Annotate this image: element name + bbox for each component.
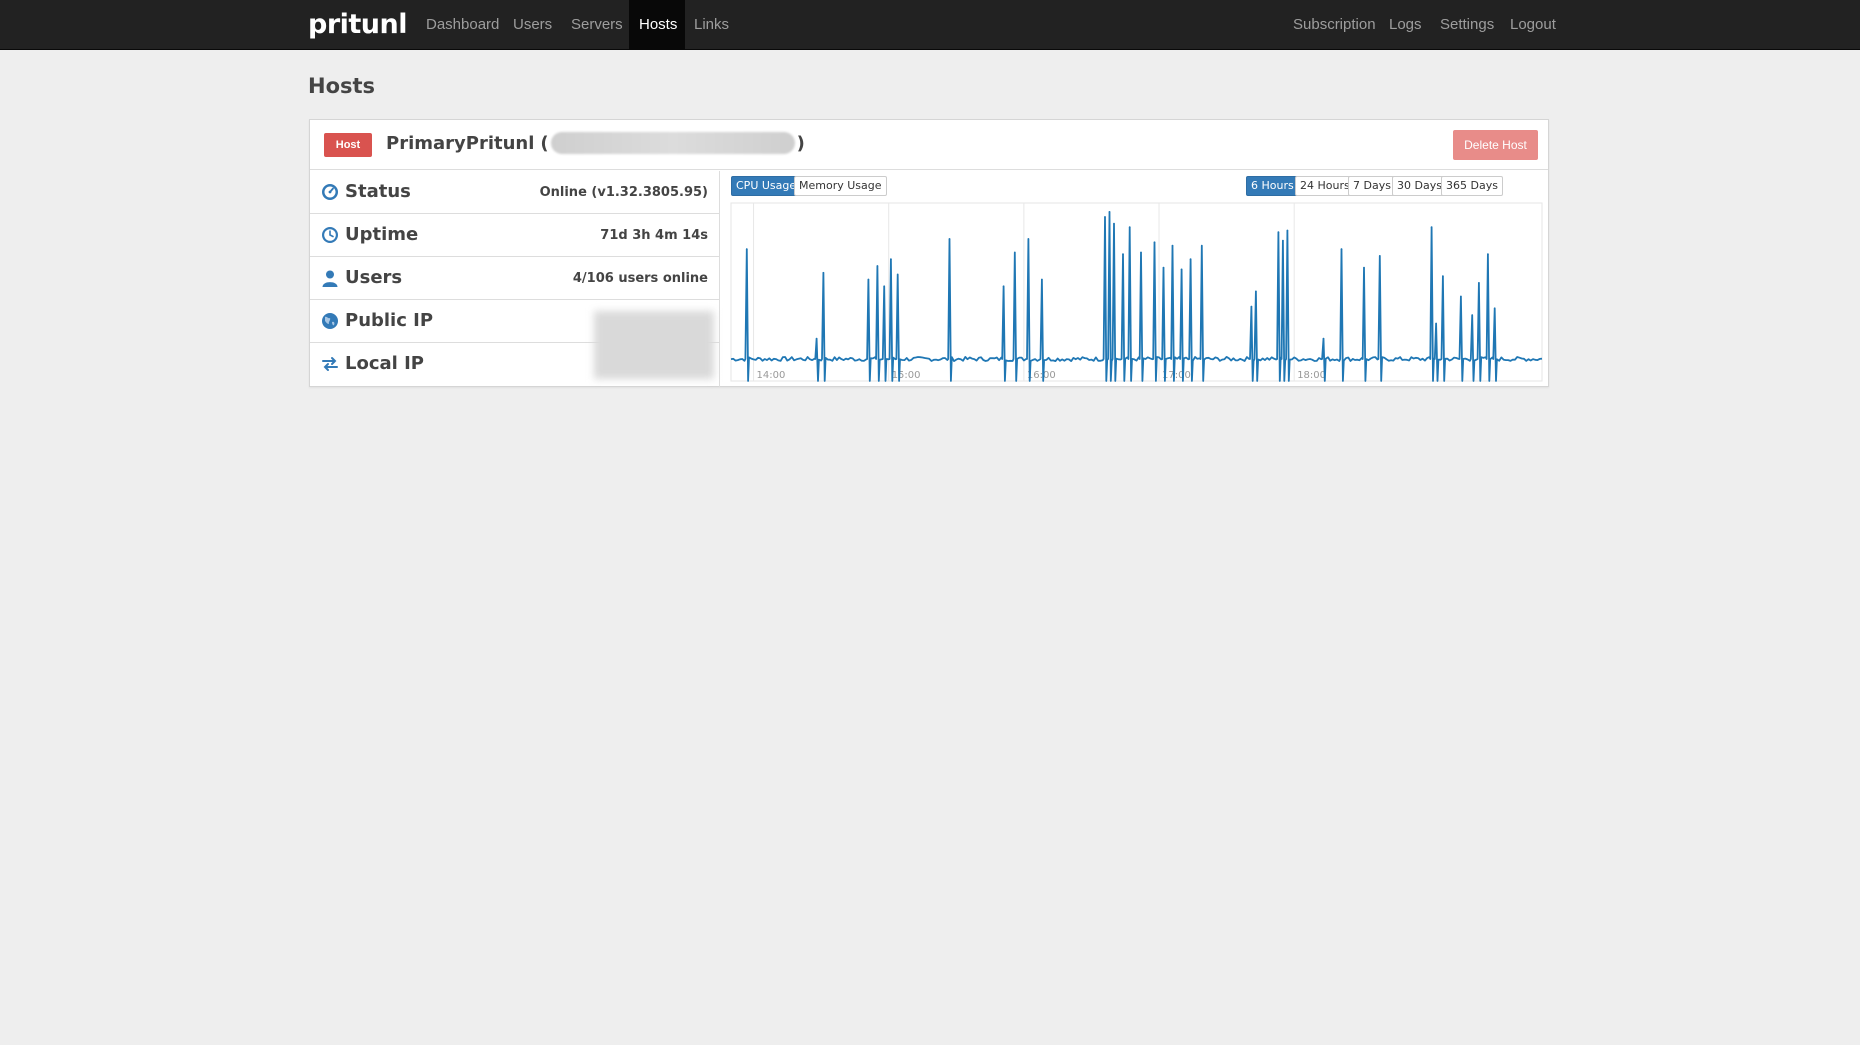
cpu-usage-point bbox=[1250, 305, 1253, 308]
stat-label: Users bbox=[345, 267, 403, 288]
chart-frame bbox=[730, 202, 1543, 382]
cpu-usage-point bbox=[896, 273, 899, 276]
x-tick-label: 14:00 bbox=[757, 370, 786, 381]
cpu-usage-point bbox=[1122, 253, 1124, 255]
nav-users[interactable]: Users bbox=[503, 0, 562, 50]
redacted-ip-values bbox=[594, 311, 714, 379]
cpu-usage-point bbox=[867, 278, 870, 281]
cpu-usage-point bbox=[815, 337, 818, 340]
cpu-usage-point bbox=[1286, 229, 1289, 232]
cpu-usage-point bbox=[1340, 248, 1343, 250]
cpu-usage-point bbox=[1277, 231, 1280, 233]
cpu-usage-point bbox=[1471, 314, 1473, 316]
cpu-usage-point bbox=[876, 265, 879, 267]
nav-links[interactable]: Links bbox=[684, 0, 739, 50]
cpu-usage-point bbox=[948, 238, 951, 240]
cpu-usage-point bbox=[745, 248, 748, 250]
cpu-usage-point bbox=[1189, 258, 1192, 261]
cpu-usage-point bbox=[1002, 285, 1005, 288]
cpu-usage-point bbox=[1487, 253, 1489, 255]
stat-value: 4/106 users online bbox=[572, 271, 708, 286]
cpu-usage-point bbox=[1493, 307, 1496, 310]
redacted-address bbox=[550, 132, 795, 154]
top-navbar: pritunl Dashboard Users Servers Hosts Li… bbox=[0, 0, 1860, 50]
stat-value: 71d 3h 4m 14s bbox=[600, 228, 708, 243]
host-name-text: PrimaryPritunl bbox=[386, 132, 535, 154]
cpu-usage-point bbox=[1363, 266, 1365, 269]
stat-uptime: Uptime 71d 3h 4m 14s bbox=[310, 214, 720, 257]
cpu-usage-point bbox=[1153, 241, 1156, 244]
nav-subscription[interactable]: Subscription bbox=[1283, 0, 1386, 50]
cpu-usage-point bbox=[1140, 251, 1142, 254]
cpu-usage-point bbox=[883, 285, 885, 288]
host-panel: Host PrimaryPritunl ( ) Delete Host Stat… bbox=[309, 119, 1549, 387]
cpu-usage-point bbox=[1379, 255, 1381, 257]
cpu-usage-point bbox=[1171, 244, 1174, 247]
host-name-paren-close: ) bbox=[796, 132, 805, 154]
nav-settings[interactable]: Settings bbox=[1430, 0, 1504, 50]
clock-icon bbox=[322, 227, 338, 243]
cpu-usage-point bbox=[1162, 266, 1165, 269]
nav-hosts[interactable]: Hosts bbox=[629, 0, 685, 50]
host-badge: Host bbox=[324, 133, 372, 157]
cpu-usage-point bbox=[1430, 226, 1433, 228]
cpu-usage-point bbox=[1478, 282, 1480, 284]
host-name[interactable]: PrimaryPritunl ( ) bbox=[386, 132, 805, 154]
globe-icon bbox=[322, 313, 338, 329]
cpu-usage-point bbox=[1460, 295, 1462, 298]
stat-label: Local IP bbox=[345, 353, 424, 374]
cpu-usage-point bbox=[1322, 337, 1325, 340]
cpu-usage-point bbox=[1027, 238, 1030, 240]
nav-dashboard[interactable]: Dashboard bbox=[416, 0, 509, 50]
stat-label: Public IP bbox=[345, 310, 434, 331]
cpu-usage-point bbox=[1201, 244, 1203, 247]
x-tick-label: 17:00 bbox=[1162, 370, 1191, 381]
x-tick-label: 15:00 bbox=[892, 370, 921, 381]
stat-value: Online (v1.32.3805.95) bbox=[539, 185, 708, 200]
host-stats: Status Online (v1.32.3805.95) Uptime 71d… bbox=[310, 171, 720, 387]
usage-chart-area: CPU Usage Memory Usage 6 Hours 24 Hours … bbox=[721, 171, 1548, 387]
cpu-usage-point bbox=[1104, 216, 1106, 218]
page-title: Hosts bbox=[308, 74, 376, 98]
cpu-usage-point bbox=[1128, 226, 1131, 228]
cpu-usage-point bbox=[1282, 239, 1284, 242]
cpu-usage-point bbox=[822, 271, 825, 274]
cpu-usage-point bbox=[890, 258, 892, 261]
cpu-usage-point bbox=[1113, 222, 1115, 225]
nav-servers[interactable]: Servers bbox=[561, 0, 633, 50]
nav-logs[interactable]: Logs bbox=[1379, 0, 1432, 50]
x-tick-label: 16:00 bbox=[1027, 370, 1056, 381]
cpu-usage-point bbox=[1435, 322, 1437, 325]
dashboard-icon bbox=[322, 184, 338, 200]
cpu-usage-point bbox=[1108, 211, 1111, 213]
transfer-icon bbox=[322, 357, 338, 371]
user-icon bbox=[322, 270, 338, 287]
stat-users: Users 4/106 users online bbox=[310, 257, 720, 300]
cpu-usage-chart: 14:00 15:00 16:00 17:00 18:00 bbox=[730, 202, 1543, 382]
x-tick-label: 18:00 bbox=[1297, 370, 1326, 381]
cpu-usage-point bbox=[1180, 268, 1183, 271]
host-panel-header: Host PrimaryPritunl ( ) Delete Host bbox=[310, 120, 1548, 170]
cpu-usage-point bbox=[1041, 278, 1043, 281]
cpu-usage-point bbox=[1442, 275, 1444, 277]
stat-label: Status bbox=[345, 181, 411, 202]
delete-host-button[interactable]: Delete Host bbox=[1453, 130, 1538, 160]
stat-status: Status Online (v1.32.3805.95) bbox=[310, 171, 720, 214]
nav-logout[interactable]: Logout bbox=[1500, 0, 1566, 50]
stat-label: Uptime bbox=[345, 224, 419, 245]
brand-logo[interactable]: pritunl bbox=[308, 9, 408, 40]
host-name-paren-open: ( bbox=[540, 132, 549, 154]
cpu-usage-point bbox=[1255, 290, 1257, 293]
cpu-usage-point bbox=[1014, 251, 1016, 254]
